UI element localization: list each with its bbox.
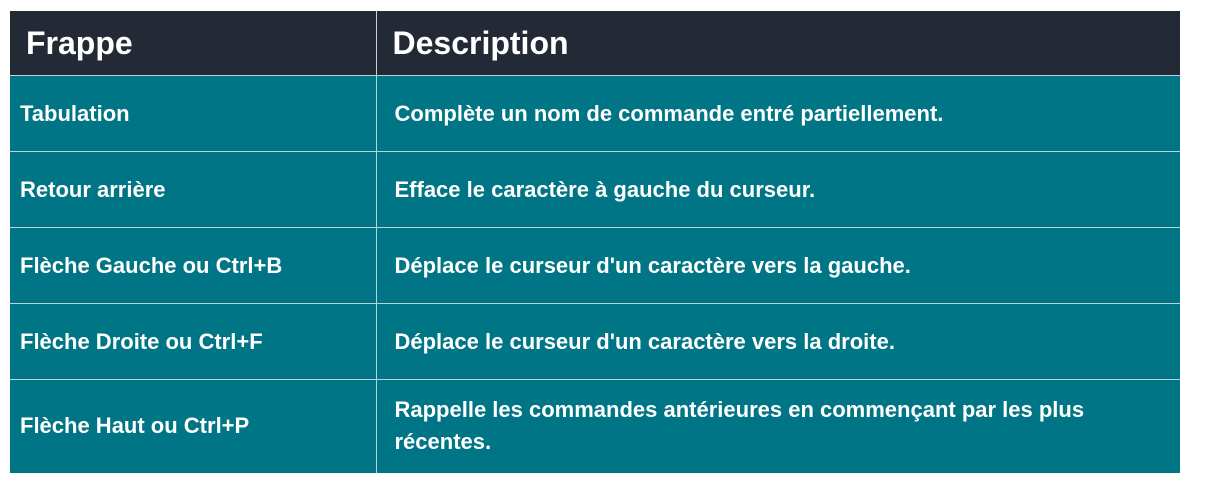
header-description: Description	[376, 11, 1180, 76]
row-key: Flèche Haut ou Ctrl+P	[10, 379, 377, 473]
row-description: Efface le caractère à gauche du curseur.	[376, 151, 1180, 228]
table-row: Tabulation Complète un nom de commande e…	[10, 75, 1180, 152]
shortcut-table: Frappe Description Tabulation Complète u…	[10, 11, 1180, 473]
header-row: Frappe Description	[10, 11, 1180, 76]
row-description: Complète un nom de commande entré partie…	[376, 75, 1180, 152]
table-body: Tabulation Complète un nom de commande e…	[10, 75, 1180, 473]
table-row: Flèche Droite ou Ctrl+F Déplace le curse…	[10, 303, 1180, 380]
table-row: Flèche Haut ou Ctrl+P Rappelle les comma…	[10, 379, 1180, 473]
row-key: Tabulation	[10, 75, 377, 152]
table-header: Frappe Description	[10, 11, 1180, 76]
table-row: Retour arrière Efface le caractère à gau…	[10, 151, 1180, 228]
table-row: Flèche Gauche ou Ctrl+B Déplace le curse…	[10, 227, 1180, 304]
shortcut-table-container: Frappe Description Tabulation Complète u…	[10, 11, 1180, 473]
row-description: Rappelle les commandes antérieures en co…	[376, 379, 1180, 473]
row-key: Retour arrière	[10, 151, 377, 228]
row-description: Déplace le curseur d'un caractère vers l…	[376, 227, 1180, 304]
header-frappe: Frappe	[10, 11, 377, 76]
row-key: Flèche Gauche ou Ctrl+B	[10, 227, 377, 304]
row-key: Flèche Droite ou Ctrl+F	[10, 303, 377, 380]
row-description: Déplace le curseur d'un caractère vers l…	[376, 303, 1180, 380]
